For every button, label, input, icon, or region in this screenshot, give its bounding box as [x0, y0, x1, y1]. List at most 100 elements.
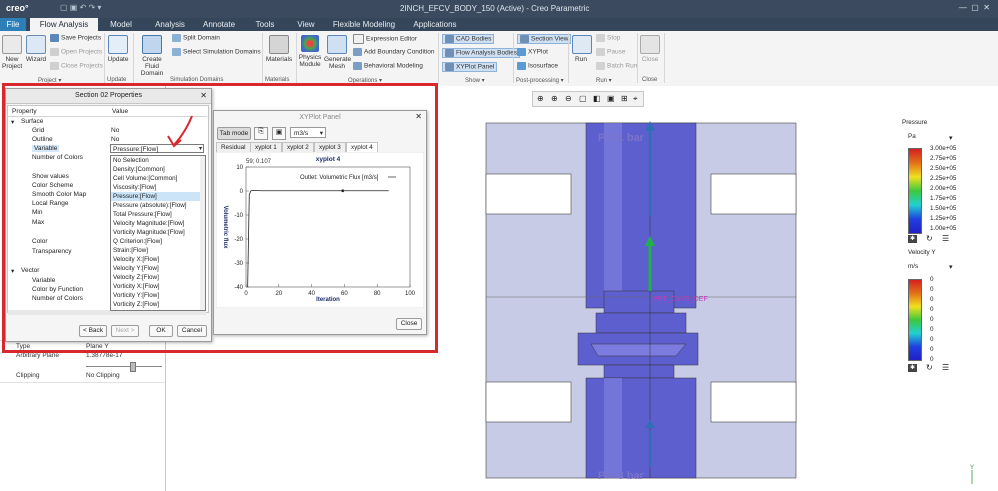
- velocity-legend-value: 0: [930, 336, 934, 343]
- pressure-legend-value: 2.75e+05: [930, 155, 957, 162]
- velocity-color-bar: [908, 279, 922, 361]
- xyplot-panel-toggle[interactable]: XYPlot Panel: [442, 62, 498, 72]
- lower-fluid-domain: [585, 377, 697, 479]
- section-view-icon: [520, 35, 529, 43]
- pressure-legend-value: 1.75e+05: [930, 195, 957, 202]
- pressure-color-bar: [908, 148, 922, 234]
- split-icon: [172, 34, 181, 42]
- velocity-legend-value: 0: [930, 346, 934, 353]
- clipping-label: Clipping: [16, 372, 40, 379]
- add-boundary-condition-button[interactable]: Add Boundary Condition: [353, 48, 434, 56]
- xyplot-icon: [517, 48, 526, 56]
- flow-analysis-bodies-toggle[interactable]: Flow Analysis Bodies: [442, 48, 521, 58]
- physics-icon: [301, 35, 319, 52]
- pressure-legend-value: 3.00e+05: [930, 145, 957, 152]
- folder-icon: [50, 48, 59, 56]
- tab-flexible-modeling[interactable]: Flexible Modeling: [330, 18, 398, 31]
- section-view-toggle[interactable]: Section View: [517, 34, 572, 44]
- arbitrary-plane-value[interactable]: 1.38778e-17: [86, 352, 123, 359]
- velocity-legend-value: 0: [930, 276, 934, 283]
- bottom-pressure-label: P = 3 bar: [598, 470, 645, 482]
- pressure-unit-dropdown-icon[interactable]: ▾: [949, 134, 953, 142]
- xyplot-panel-icon: [445, 63, 454, 71]
- tab-tools[interactable]: Tools: [250, 18, 280, 31]
- run-button[interactable]: Run: [572, 35, 592, 63]
- cad-bodies-toggle[interactable]: CAD Bodies: [442, 34, 495, 44]
- xyplot-button[interactable]: XYPlot: [517, 48, 548, 56]
- update-button[interactable]: Update: [106, 35, 130, 63]
- ribbon-separator: [637, 33, 638, 83]
- select-simulation-domains-button[interactable]: Select Simulation Domains: [172, 48, 261, 56]
- reset-icon[interactable]: ↻: [926, 363, 933, 372]
- run-icon: [572, 35, 592, 54]
- top-pressure-label: P = 1 bar: [598, 132, 645, 144]
- reset-icon[interactable]: ↻: [926, 234, 933, 243]
- close-projects-button[interactable]: Close Projects: [50, 62, 103, 70]
- close-group-label: Close: [642, 77, 658, 83]
- split-domain-button[interactable]: Split Domain: [172, 34, 220, 42]
- generate-mesh-button[interactable]: Generate Mesh: [324, 35, 351, 70]
- physics-module-button[interactable]: Physics Module: [297, 35, 323, 68]
- pressure-legend-value: 1.00e+05: [930, 225, 957, 232]
- close-folder-icon: [50, 62, 59, 70]
- plane-slider-track[interactable]: [86, 366, 162, 367]
- wizard-icon: [26, 35, 46, 54]
- ribbon-separator: [104, 33, 105, 83]
- tab-applications[interactable]: Applications: [408, 18, 462, 31]
- pause-icon: [596, 48, 605, 56]
- new-file-icon: [2, 35, 22, 54]
- tab-file[interactable]: File: [0, 18, 26, 31]
- pin-icon[interactable]: ✱: [908, 364, 917, 372]
- velocity-legend-unit: m/s: [908, 263, 919, 270]
- close-icon: [640, 35, 660, 54]
- stem-domain: [603, 364, 675, 379]
- open-projects-button[interactable]: Open Projects: [50, 48, 102, 56]
- right-upper-cavity: [710, 173, 797, 215]
- app-logo: creo°: [6, 3, 29, 13]
- clipping-value[interactable]: No Clipping: [86, 372, 120, 379]
- pressure-legend-value: 1.25e+05: [930, 215, 957, 222]
- velocity-legend-value: 0: [930, 356, 934, 363]
- tab-view[interactable]: View: [292, 18, 320, 31]
- close-button[interactable]: Close: [640, 35, 660, 63]
- disc-domain: [595, 312, 687, 334]
- postprocessing-group-label[interactable]: Post-processing ▾: [516, 77, 564, 84]
- save-icon: [50, 34, 59, 42]
- show-group-label[interactable]: Show ▾: [465, 77, 485, 84]
- isosurface-button[interactable]: Isosurface: [517, 62, 558, 70]
- menu-icon[interactable]: ☰: [942, 234, 949, 243]
- menu-icon[interactable]: ☰: [942, 363, 949, 372]
- tab-annotate[interactable]: Annotate: [198, 18, 240, 31]
- velocity-legend-value: 0: [930, 296, 934, 303]
- ribbon-tabs: File Flow Analysis Model Analysis Annota…: [0, 18, 998, 31]
- new-project-button[interactable]: New Project: [2, 35, 22, 70]
- pressure-legend-unit: Pa: [908, 133, 916, 140]
- tab-model[interactable]: Model: [103, 18, 139, 31]
- arbitrary-plane-label: Arbitrary Plane: [16, 352, 59, 359]
- pressure-legend-value: 2.00e+05: [930, 185, 957, 192]
- behavioral-modeling-button[interactable]: Behavioral Modeling: [353, 62, 423, 70]
- expression-editor-button[interactable]: Expression Editor: [353, 34, 417, 44]
- tab-flow-analysis[interactable]: Flow Analysis: [30, 18, 98, 31]
- function-icon: [353, 34, 364, 44]
- materials-button[interactable]: Materials: [264, 35, 294, 63]
- save-projects-button[interactable]: Save Projects: [50, 34, 101, 42]
- behavioral-icon: [353, 62, 362, 70]
- stop-button[interactable]: Stop: [596, 34, 620, 42]
- create-fluid-domain-button[interactable]: Create Fluid Domain: [135, 35, 169, 77]
- quick-access-toolbar[interactable]: ▢ ▣ ↶ ↷ ▾: [60, 3, 101, 12]
- batch-run-button[interactable]: Batch Run: [596, 62, 637, 70]
- window-controls[interactable]: — ▢ ✕: [959, 3, 990, 12]
- run-group-label[interactable]: Run ▾: [596, 77, 612, 84]
- pause-button[interactable]: Pause: [596, 48, 625, 56]
- velocity-unit-dropdown-icon[interactable]: ▾: [949, 263, 953, 271]
- tab-analysis[interactable]: Analysis: [150, 18, 190, 31]
- pin-icon[interactable]: ✱: [908, 235, 917, 243]
- plane-slider-handle[interactable]: [130, 362, 136, 372]
- pressure-legend-title: Pressure: [902, 119, 928, 126]
- velocity-legend-value: 0: [930, 306, 934, 313]
- wizard-button[interactable]: Wizard: [25, 35, 47, 63]
- ribbon: New Project Wizard Save Projects Open Pr…: [0, 31, 998, 87]
- flow-bodies-icon: [445, 49, 454, 57]
- left-lower-cavity: [485, 381, 572, 423]
